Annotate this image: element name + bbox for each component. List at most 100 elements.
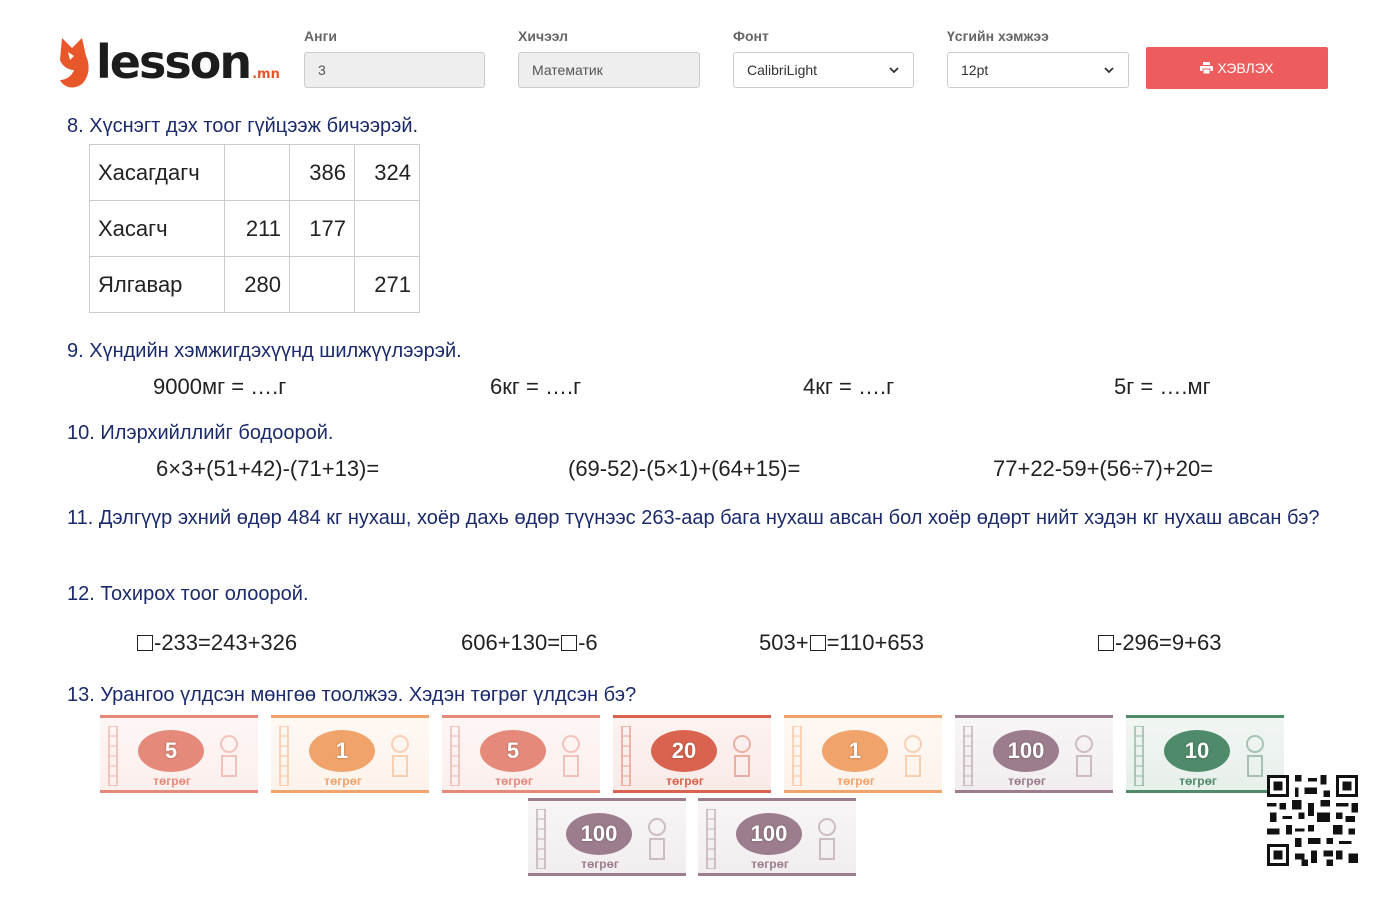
expression-item: (69-52)-(5×1)+(64+15)= xyxy=(568,456,801,481)
chevron-down-icon xyxy=(1104,67,1114,74)
row-head: Хасагч xyxy=(89,200,225,257)
question-11-text: 11. Дэлгүүр эхний өдөр 484 кг нухаш, хоё… xyxy=(67,507,1320,529)
equation-pre: 503+ xyxy=(759,630,809,655)
value-oval: 20 xyxy=(651,730,717,772)
equation-item: 606+130= -6 xyxy=(461,630,598,656)
table-cell xyxy=(289,256,355,313)
emblem-icon xyxy=(904,735,922,777)
lesson-logo[interactable]: lesson .mn xyxy=(56,32,296,92)
size-label: Үсгийн хэмжээ xyxy=(947,28,1049,44)
banknote: 20 төгрөг xyxy=(613,715,771,793)
print-button[interactable]: ХЭВЛЭХ xyxy=(1146,47,1328,89)
banknote-value: 1 xyxy=(848,738,862,763)
equation-post: -233=243+326 xyxy=(154,630,298,655)
size-field: Үсгийн хэмжээ 12pt xyxy=(947,28,1129,88)
equation-pre: 606+130= xyxy=(461,630,561,655)
answer-box[interactable] xyxy=(561,635,578,651)
printer-icon xyxy=(1200,62,1214,74)
font-value: CalibriLight xyxy=(747,62,818,78)
subtraction-table: Хасагдагч 386 324 Хасагч 211 177 Ялгавар… xyxy=(89,144,420,313)
emblem-icon xyxy=(562,735,580,777)
emblem-icon xyxy=(733,735,751,777)
banknote: 5 төгрөг xyxy=(442,715,600,793)
logo-tld: .mn xyxy=(252,67,280,82)
subject-input[interactable]: Математик xyxy=(518,52,700,88)
equation-item: -296=9+63 xyxy=(1097,630,1221,656)
table-cell: 280 xyxy=(224,256,290,313)
answer-box[interactable] xyxy=(809,635,826,651)
font-label: Фонт xyxy=(733,28,769,44)
answer-box[interactable] xyxy=(1098,635,1114,651)
table-cell: 211 xyxy=(224,200,290,257)
banknote: 100 төгрөг xyxy=(955,715,1113,793)
value-oval: 100 xyxy=(993,730,1059,772)
emblem-icon xyxy=(1246,735,1264,777)
value-oval: 1 xyxy=(309,730,375,772)
table-cell xyxy=(354,200,420,257)
grade-label: Анги xyxy=(304,28,338,44)
banknote-value: 20 xyxy=(671,738,697,763)
conversion-item: 9000мг = ….г xyxy=(153,374,287,399)
banknote-value: 100 xyxy=(750,821,788,846)
value-oval: 1 xyxy=(822,730,888,772)
table-cell: 324 xyxy=(354,144,420,201)
subject-field: Хичээл Математик xyxy=(518,28,700,88)
value-oval: 5 xyxy=(138,730,204,772)
row-head: Хасагдагч xyxy=(89,144,225,201)
table-cell: 386 xyxy=(289,144,355,201)
equation-item: 503+ =110+653 xyxy=(759,630,924,656)
value-oval: 100 xyxy=(736,813,802,855)
question-8-title: 8. Хүснэгт дэх тоог гүйцээж бичээрэй. xyxy=(67,115,419,137)
banknote: 1 төгрөг xyxy=(784,715,942,793)
question-13-title: 13. Урангоо үлдсэн мөнгөө тоолжээ. Хэдэн… xyxy=(67,684,637,706)
banknote-value: 5 xyxy=(506,738,520,763)
expression-item: 6×3+(51+42)-(71+13)= xyxy=(156,456,380,481)
subject-value: Математик xyxy=(532,62,603,78)
banknote: 100 төгрөг xyxy=(698,798,856,876)
value-oval: 10 xyxy=(1164,730,1230,772)
emblem-icon xyxy=(220,735,238,777)
fox-logo-icon xyxy=(60,38,89,88)
logo-word: lesson xyxy=(96,35,252,89)
answer-box[interactable] xyxy=(137,635,153,651)
emblem-icon xyxy=(391,735,409,777)
chevron-down-icon xyxy=(889,67,899,74)
row-head: Ялгавар xyxy=(89,256,225,313)
font-select[interactable]: CalibriLight xyxy=(733,52,914,88)
table-cell: 177 xyxy=(289,200,355,257)
grade-field: Анги 3 xyxy=(304,28,485,88)
banknote-value: 100 xyxy=(1007,738,1045,763)
banknote: 5 төгрөг xyxy=(100,715,258,793)
conversion-item: 5г = ….мг xyxy=(1114,374,1211,399)
qr-code-icon xyxy=(1267,775,1358,866)
banknote-value: 1 xyxy=(335,738,349,763)
banknote-value: 10 xyxy=(1184,738,1210,763)
subject-label: Хичээл xyxy=(518,28,569,44)
banknote: 10 төгрөг xyxy=(1126,715,1284,793)
banknote-value: 100 xyxy=(580,821,618,846)
size-select[interactable]: 12pt xyxy=(947,52,1129,88)
expression-item: 77+22-59+(56÷7)+20= xyxy=(993,456,1214,481)
grade-input[interactable]: 3 xyxy=(304,52,485,88)
equation-post: =110+653 xyxy=(826,630,925,655)
equation-item: -233=243+326 xyxy=(136,630,297,656)
table-cell: 271 xyxy=(354,256,420,313)
emblem-icon xyxy=(1075,735,1093,777)
equation-post: -296=9+63 xyxy=(1115,630,1222,655)
table-cell xyxy=(224,144,290,201)
grade-value: 3 xyxy=(318,62,326,78)
print-label: ХЭВЛЭХ xyxy=(1217,60,1274,76)
banknote-value: 5 xyxy=(164,738,178,763)
table-row: Хасагч 211 177 xyxy=(89,200,420,257)
question-12-title: 12. Тохирох тоог олоорой. xyxy=(67,583,309,605)
size-value: 12pt xyxy=(961,62,989,78)
emblem-icon xyxy=(818,818,836,860)
banknote: 100 төгрөг xyxy=(528,798,686,876)
conversion-item: 6кг = ….г xyxy=(490,374,582,399)
banknote: 1 төгрөг xyxy=(271,715,429,793)
value-oval: 100 xyxy=(566,813,632,855)
conversion-item: 4кг = ….г xyxy=(803,374,895,399)
question-10-title: 10. Илэрхийллийг бодоорой. xyxy=(67,422,334,444)
emblem-icon xyxy=(648,818,666,860)
table-row: Ялгавар 280 271 xyxy=(89,256,420,313)
